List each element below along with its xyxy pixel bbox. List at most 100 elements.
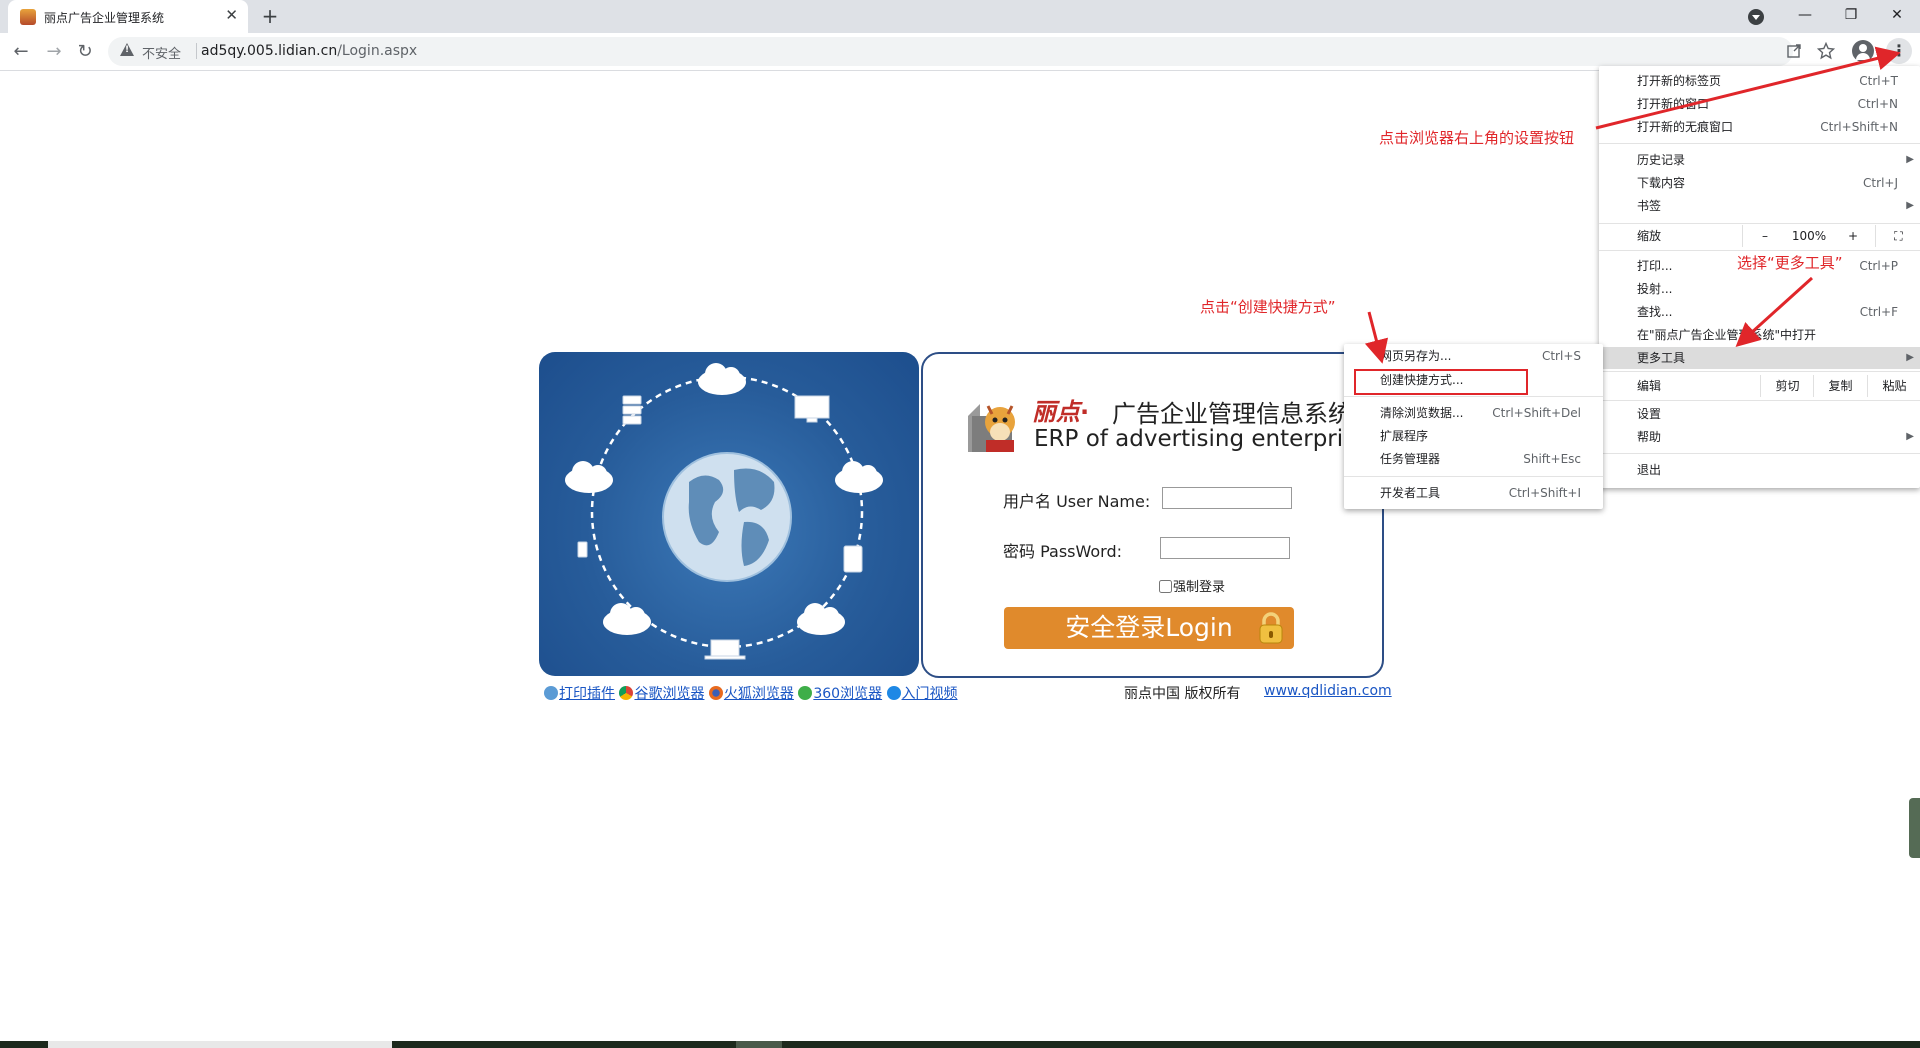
- link-360[interactable]: 360浏览器: [813, 686, 882, 702]
- 360-browser-icon: [798, 686, 813, 700]
- username-input[interactable]: [1162, 487, 1292, 509]
- url-text[interactable]: ad5qy.005.lidian.cn/Login.aspx: [201, 43, 417, 59]
- submenu-dev-tools[interactable]: 开发者工具 Ctrl+Shift+I: [1344, 482, 1603, 504]
- taskbar-app[interactable]: [736, 1041, 782, 1048]
- link-chrome[interactable]: 谷歌浏览器: [634, 686, 704, 702]
- warning-icon[interactable]: [120, 43, 134, 56]
- link-print-plugin[interactable]: 打印插件: [559, 686, 615, 702]
- menu-item-label: 下载内容: [1637, 176, 1686, 190]
- brand-dot: ·: [1080, 398, 1090, 426]
- menu-settings[interactable]: 设置: [1599, 403, 1920, 425]
- menu-divider: [1344, 396, 1603, 397]
- download-links: 打印插件 谷歌浏览器 火狐浏览器 360浏览器 入门视频: [544, 683, 958, 703]
- tab-strip: [0, 0, 1920, 33]
- menu-more-tools[interactable]: 更多工具 ▶: [1599, 347, 1920, 369]
- menu-item-label: 投射...: [1637, 282, 1673, 296]
- chrome-icon: [619, 686, 634, 700]
- menu-item-label: 退出: [1637, 463, 1662, 477]
- submenu-arrow-icon: ▶: [1906, 431, 1914, 442]
- link-intro-video[interactable]: 入门视频: [902, 686, 958, 702]
- annotation-create-shortcut: 点击“创建快捷方式”: [1200, 298, 1336, 316]
- menu-open-in-app[interactable]: 在"丽点广告企业管理系统"中打开: [1599, 324, 1920, 346]
- menu-cast[interactable]: 投射...: [1599, 278, 1920, 300]
- menu-divider: [1599, 223, 1920, 224]
- menu-shortcut: Ctrl+F: [1859, 305, 1898, 319]
- menu-item-label: 扩展程序: [1380, 429, 1429, 443]
- menu-find[interactable]: 查找... Ctrl+F: [1599, 301, 1920, 323]
- window-close-button[interactable]: ✕: [1874, 0, 1920, 33]
- fullscreen-icon[interactable]: ⛶: [1875, 225, 1920, 247]
- taskbar-search[interactable]: [48, 1041, 392, 1048]
- menu-exit[interactable]: 退出: [1599, 459, 1920, 481]
- submenu-task-manager[interactable]: 任务管理器 Shift+Esc: [1344, 448, 1603, 470]
- website-link[interactable]: www.qdlidian.com: [1264, 683, 1392, 699]
- cloud-icon: [698, 363, 746, 395]
- submenu-extensions[interactable]: 扩展程序: [1344, 425, 1603, 447]
- menu-item-label: 更多工具: [1637, 351, 1686, 365]
- login-button-label: 安全登录Login: [1065, 613, 1233, 642]
- menu-new-tab[interactable]: 打开新的标签页 Ctrl+T: [1599, 70, 1920, 92]
- tab-search-icon[interactable]: [1748, 9, 1764, 25]
- menu-bookmarks[interactable]: 书签 ▶: [1599, 195, 1920, 217]
- new-tab-button[interactable]: +: [258, 4, 282, 28]
- minimize-button[interactable]: —: [1782, 0, 1828, 33]
- menu-divider: [1599, 453, 1920, 454]
- menu-shortcut: Ctrl+Shift+I: [1508, 486, 1581, 500]
- link-firefox[interactable]: 火狐浏览器: [724, 686, 794, 702]
- menu-zoom: 缩放 – 100% + ⛶: [1599, 225, 1920, 249]
- password-input[interactable]: [1160, 537, 1290, 559]
- password-label: 密码 PassWord:: [1003, 542, 1123, 561]
- chrome-menu-button[interactable]: ⋮: [1886, 38, 1912, 64]
- edge-widget[interactable]: [1909, 798, 1920, 858]
- menu-shortcut: Ctrl+J: [1863, 176, 1898, 190]
- bookmark-star-icon[interactable]: [1817, 42, 1835, 60]
- username-label: 用户名 User Name:: [1003, 492, 1151, 511]
- menu-item-label: 网页另存为...: [1380, 349, 1452, 363]
- reload-button[interactable]: ↻: [72, 39, 98, 65]
- restore-button[interactable]: ❐: [1828, 0, 1874, 33]
- menu-item-label: 打印...: [1637, 259, 1673, 273]
- address-bar[interactable]: 不安全 ad5qy.005.lidian.cn/Login.aspx: [108, 37, 1793, 66]
- edit-paste-button[interactable]: 粘贴: [1867, 375, 1920, 397]
- zoom-out-button[interactable]: –: [1742, 225, 1787, 247]
- menu-history[interactable]: 历史记录 ▶: [1599, 149, 1920, 171]
- force-login-option[interactable]: 强制登录: [1159, 576, 1225, 595]
- menu-help[interactable]: 帮助 ▶: [1599, 426, 1920, 448]
- menu-new-window[interactable]: 打开新的窗口 Ctrl+N: [1599, 93, 1920, 115]
- browser-tab[interactable]: 丽点广告企业管理系统 ✕: [8, 0, 248, 33]
- chrome-main-menu: 打开新的标签页 Ctrl+T 打开新的窗口 Ctrl+N 打开新的无痕窗口 Ctrl+…: [1599, 66, 1920, 488]
- highlight-box: [1354, 369, 1528, 395]
- menu-incognito[interactable]: 打开新的无痕窗口 Ctrl+Shift+N: [1599, 116, 1920, 138]
- submenu-save-page[interactable]: 网页另存为... Ctrl+S: [1344, 345, 1603, 367]
- menu-item-label: 开发者工具: [1380, 486, 1441, 500]
- system-title: 广告企业管理信息系统: [1112, 400, 1352, 428]
- padlock-icon: [1259, 612, 1283, 644]
- menu-divider: [1599, 143, 1920, 144]
- back-button[interactable]: ←: [8, 39, 34, 65]
- forward-button[interactable]: →: [41, 39, 67, 65]
- menu-divider: [1599, 250, 1920, 251]
- force-login-checkbox[interactable]: [1159, 580, 1172, 593]
- share-icon[interactable]: [1786, 43, 1802, 59]
- profile-avatar-icon[interactable]: [1852, 40, 1874, 62]
- brand-text: 丽点: [1032, 398, 1080, 426]
- menu-item-label: 查找...: [1637, 305, 1673, 319]
- tab-title: 丽点广告企业管理系统: [44, 11, 165, 25]
- menu-divider: [1599, 400, 1920, 401]
- submenu-clear-data[interactable]: 清除浏览数据... Ctrl+Shift+Del: [1344, 402, 1603, 424]
- annotation-click-settings: 点击浏览器右上角的设置按钮: [1379, 129, 1575, 147]
- edit-cut-button[interactable]: 剪切: [1760, 375, 1814, 397]
- menu-item-label: 清除浏览数据...: [1380, 406, 1464, 420]
- edit-copy-button[interactable]: 复制: [1813, 375, 1867, 397]
- force-login-label: 强制登录: [1173, 580, 1226, 595]
- tab-close-icon[interactable]: ✕: [225, 6, 238, 24]
- security-label[interactable]: 不安全: [142, 43, 181, 62]
- menu-shortcut: Ctrl+P: [1859, 259, 1898, 273]
- annotation-more-tools: 选择“更多工具”: [1737, 254, 1843, 272]
- menu-shortcut: Ctrl+T: [1859, 74, 1898, 88]
- menu-downloads[interactable]: 下载内容 Ctrl+J: [1599, 172, 1920, 194]
- zoom-level: 100%: [1791, 229, 1827, 243]
- zoom-in-button[interactable]: +: [1831, 225, 1875, 247]
- login-button[interactable]: 安全登录Login: [1004, 607, 1294, 649]
- printer-plugin-icon: [544, 686, 558, 700]
